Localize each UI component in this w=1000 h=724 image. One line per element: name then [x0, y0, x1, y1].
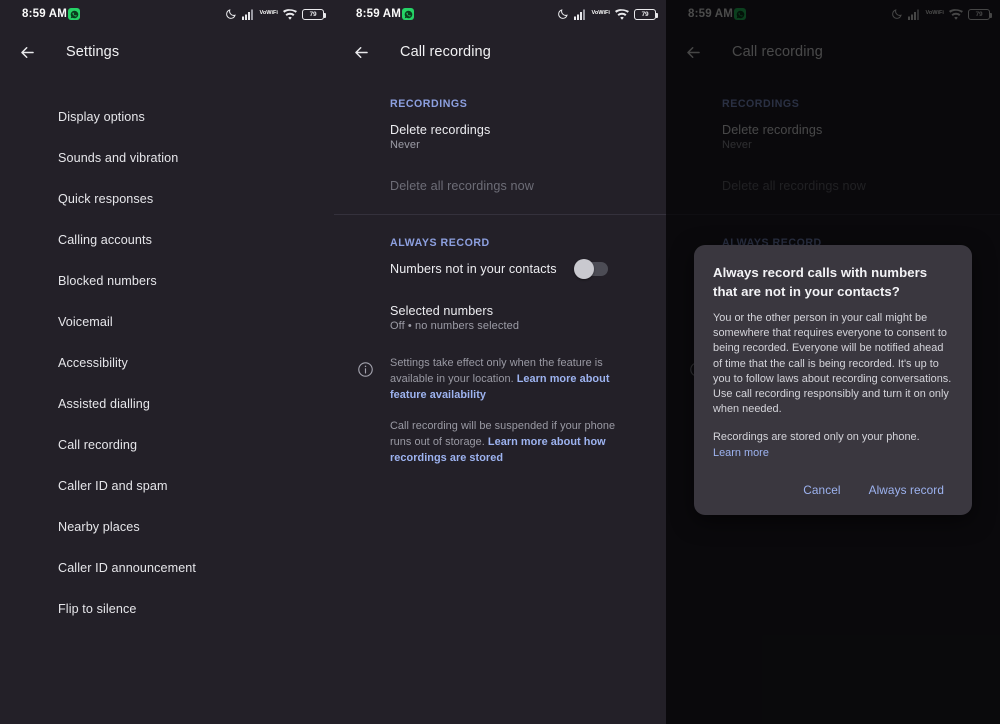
section-header-always-record: ALWAYS RECORD — [390, 237, 490, 249]
status-bar-icons: VoWiFi 79 — [225, 8, 327, 20]
settings-item-label: Caller ID announcement — [58, 560, 197, 575]
sidebar-item-blocked-numbers[interactable]: Blocked numbers — [0, 260, 334, 301]
footer-info-block: Settings take effect only when the featu… — [334, 339, 666, 466]
sidebar-item-nearby-places[interactable]: Nearby places — [0, 506, 334, 547]
settings-item-label: Accessibility — [58, 355, 128, 370]
settings-item-label: Flip to silence — [58, 601, 137, 616]
sidebar-item-flip-to-silence[interactable]: Flip to silence — [0, 588, 334, 629]
toggle-knob — [574, 259, 594, 279]
row-delete-all-recordings-now: Delete all recordings now — [334, 172, 666, 200]
cellular-signal-icon — [241, 9, 255, 20]
status-bar-time: 8:59 AM — [22, 8, 68, 20]
footer-paragraph-availability: Settings take effect only when the featu… — [390, 355, 634, 403]
settings-item-label: Calling accounts — [58, 232, 153, 247]
row-title: Selected numbers — [390, 304, 494, 318]
always-record-dialog: Always record calls with numbers that ar… — [694, 245, 972, 515]
row-numbers-not-in-contacts[interactable]: Numbers not in your contacts — [334, 255, 666, 283]
panel-call-recording-dialog: 8:59 AM VoWiFi 79 — [666, 0, 1000, 724]
sidebar-item-accessibility[interactable]: Accessibility — [0, 342, 334, 383]
status-bar-icons: VoWiFi 79 — [557, 8, 659, 20]
page-title: Settings — [66, 44, 120, 60]
wifi-icon — [615, 8, 629, 20]
row-title: Delete all recordings now — [390, 179, 534, 193]
status-bar-time: 8:59 AM — [356, 8, 402, 20]
row-title: Numbers not in your contacts — [390, 262, 557, 276]
settings-item-label: Call recording — [58, 437, 138, 452]
settings-app-bar: Settings — [0, 28, 334, 76]
sidebar-item-voicemail[interactable]: Voicemail — [0, 301, 334, 342]
sidebar-item-quick-responses[interactable]: Quick responses — [0, 178, 334, 219]
footer-paragraphs: Settings take effect only when the featu… — [378, 355, 648, 466]
moon-icon — [557, 8, 569, 20]
three-panel-screenshot: 8:59 AM Vo WiFi 79 Settings Display opti… — [0, 0, 1000, 724]
sidebar-item-display-options[interactable]: Display options — [0, 96, 334, 137]
settings-list: Display options Sounds and vibration Qui… — [0, 76, 334, 629]
whatsapp-icon — [402, 8, 414, 20]
sidebar-item-caller-id-announcement[interactable]: Caller ID announcement — [0, 547, 334, 588]
section-header-recordings: RECORDINGS — [390, 98, 468, 110]
whatsapp-icon — [68, 8, 80, 20]
vowifi-icon: VoWiFi — [591, 10, 611, 17]
settings-item-label: Blocked numbers — [58, 273, 157, 288]
settings-item-label: Voicemail — [58, 314, 113, 329]
dialog-body-consent: You or the other person in your call mig… — [713, 312, 952, 416]
status-bar: 8:59 AM VoWiFi 79 — [334, 0, 666, 28]
vowifi-icon: VoWiFi — [259, 10, 279, 17]
row-subtitle: Off • no numbers selected — [390, 320, 520, 332]
battery-level: 79 — [309, 10, 317, 18]
panel-call-recording: 8:59 AM Vo WiFi 79 Call recording RECORD… — [334, 0, 666, 724]
panel-settings: 8:59 AM Vo WiFi 79 Settings Display opti… — [0, 0, 334, 724]
row-title: Delete recordings — [390, 123, 491, 137]
moon-icon — [225, 8, 237, 20]
sidebar-item-caller-id-and-spam[interactable]: Caller ID and spam — [0, 465, 334, 506]
dialog-body-storage: Recordings are stored only on your phone… — [713, 430, 953, 460]
wifi-icon — [283, 8, 297, 20]
toggle-numbers-not-in-contacts[interactable] — [574, 259, 608, 279]
row-delete-recordings[interactable]: Delete recordings Never — [334, 116, 666, 158]
sidebar-item-calling-accounts[interactable]: Calling accounts — [0, 219, 334, 260]
sidebar-item-assisted-dialling[interactable]: Assisted dialling — [0, 383, 334, 424]
settings-item-label: Nearby places — [58, 519, 140, 534]
learn-more-link[interactable]: Learn more — [713, 446, 769, 461]
sidebar-item-sounds-and-vibration[interactable]: Sounds and vibration — [0, 137, 334, 178]
dialog-storage-text: Recordings are stored only on your phone… — [713, 431, 920, 444]
settings-item-label: Quick responses — [58, 191, 154, 206]
cancel-button[interactable]: Cancel — [794, 477, 849, 503]
battery-icon: 79 — [634, 8, 659, 20]
battery-icon: 79 — [302, 8, 327, 20]
footer-paragraph-storage: Call recording will be suspended if your… — [390, 418, 634, 466]
settings-item-label: Caller ID and spam — [58, 478, 168, 493]
settings-item-label: Display options — [58, 109, 145, 124]
dialog-title: Always record calls with numbers that ar… — [713, 265, 928, 299]
call-recording-app-bar: Call recording — [334, 28, 666, 76]
page-title: Call recording — [400, 44, 491, 60]
battery-level: 79 — [641, 10, 649, 18]
settings-item-label: Assisted dialling — [58, 396, 151, 411]
back-arrow-icon[interactable] — [348, 39, 374, 65]
always-record-button[interactable]: Always record — [860, 477, 953, 503]
cellular-signal-icon — [573, 9, 587, 20]
status-bar: 8:59 AM VoWiFi 79 — [0, 0, 334, 28]
sidebar-item-call-recording[interactable]: Call recording — [0, 424, 334, 465]
row-selected-numbers[interactable]: Selected numbers Off • no numbers select… — [334, 297, 666, 339]
row-subtitle: Never — [390, 139, 420, 151]
info-icon — [352, 355, 378, 466]
back-arrow-icon[interactable] — [14, 39, 40, 65]
settings-item-label: Sounds and vibration — [58, 150, 179, 165]
dialog-actions: Cancel Always record — [713, 477, 953, 507]
